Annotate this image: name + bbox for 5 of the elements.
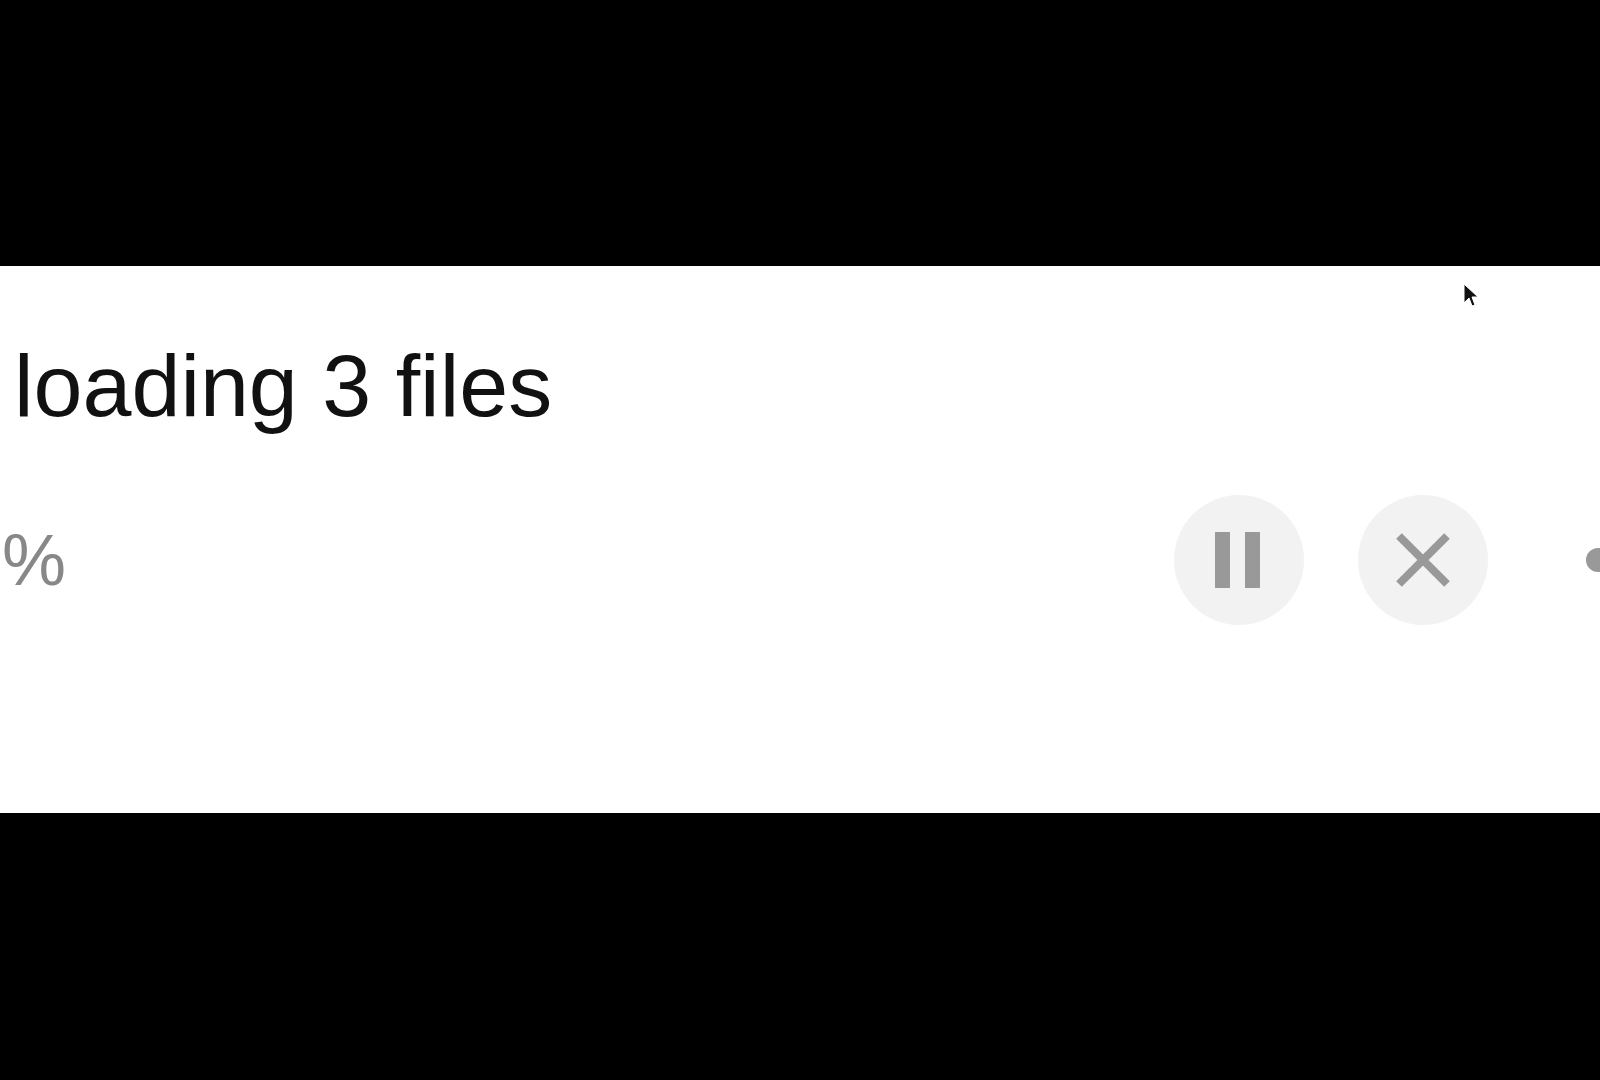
upload-title: loading 3 files — [14, 338, 554, 435]
close-icon — [1395, 531, 1451, 588]
pause-icon — [1215, 531, 1263, 588]
mouse-cursor-icon — [1463, 283, 1479, 309]
progress-percent: % — [2, 523, 67, 596]
